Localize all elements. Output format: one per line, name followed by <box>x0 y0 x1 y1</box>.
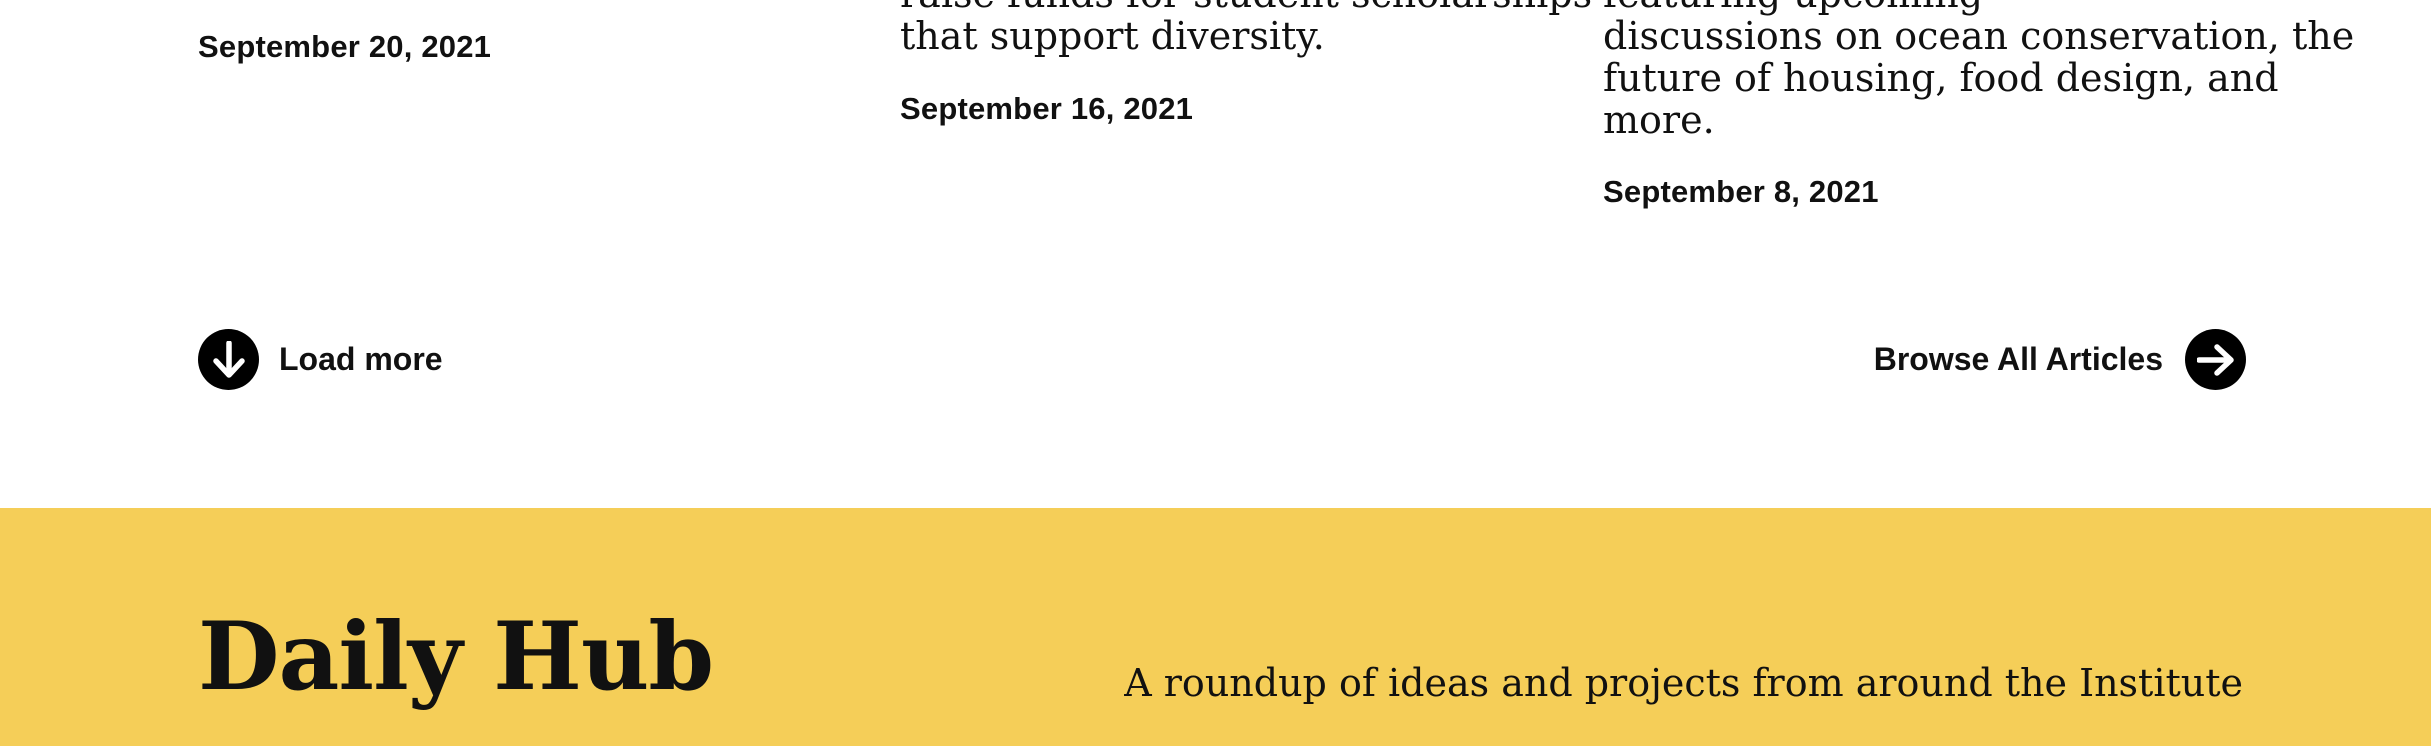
browse-all-articles-label: Browse All Articles <box>1873 341 2163 377</box>
daily-hub-tagline: A roundup of ideas and projects from aro… <box>1124 661 2243 705</box>
article-date: September 20, 2021 <box>198 29 492 64</box>
article-date: September 8, 2021 <box>1603 174 1879 209</box>
load-more-label: Load more <box>279 341 443 377</box>
article-date: September 16, 2021 <box>900 91 1194 126</box>
article-snippet-line: discussions on ocean conservation, the <box>1603 14 2355 58</box>
article-snippet-line: future of housing, food design, and <box>1603 56 2279 100</box>
article-snippet-line: that support diversity. <box>900 14 1325 58</box>
page: September 20, 2021 raise funds for stude… <box>0 0 2431 746</box>
browse-all-articles-link[interactable]: Browse All Articles <box>1874 329 2246 390</box>
load-more-button[interactable]: Load more <box>198 329 443 390</box>
article-snippet[interactable]: raise funds for student scholarships tha… <box>900 0 1592 57</box>
article-snippet-line: featuring upcoming <box>1603 0 2354 15</box>
arrow-down-circle-icon <box>198 329 259 390</box>
article-snippet-line: raise funds for student scholarships <box>900 0 1592 15</box>
article-snippet[interactable]: featuring upcoming discussions on ocean … <box>1603 0 2354 141</box>
arrow-right-circle-icon <box>2185 329 2246 390</box>
daily-hub-title: Daily Hub <box>198 602 714 712</box>
article-snippet-line: more. <box>1603 98 1715 142</box>
